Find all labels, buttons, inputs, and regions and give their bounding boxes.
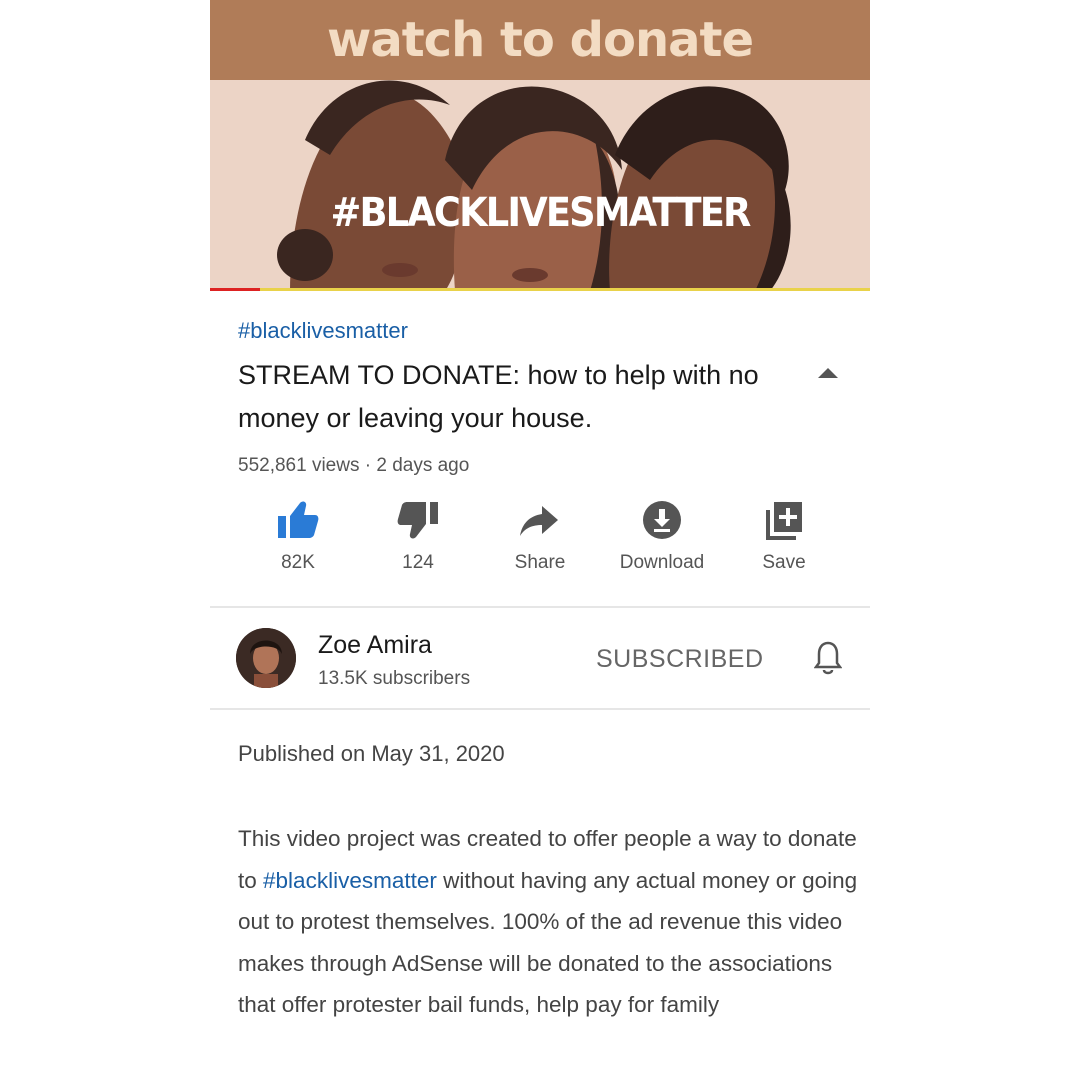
- subscriber-count: 13.5K subscribers: [318, 668, 471, 689]
- divider: [210, 708, 870, 710]
- share-label: Share: [514, 552, 566, 573]
- thumbs-up-icon: [278, 501, 319, 538]
- thumbnail-illustration: [277, 80, 791, 291]
- description-hashtag-link[interactable]: #blacklivesmatter: [263, 868, 437, 893]
- dislike-count: 124: [402, 552, 434, 573]
- channel-avatar[interactable]: [236, 628, 296, 688]
- download-button[interactable]: Download: [602, 500, 722, 590]
- video-description: This video project was created to offer …: [238, 818, 858, 1026]
- youtube-video-screen: watch to donate #BLACKLIVESMATTER #black…: [210, 0, 870, 1080]
- published-date: Published on May 31, 2020: [238, 741, 505, 766]
- download-icon: [643, 501, 681, 539]
- share-arrow-icon: [520, 506, 558, 536]
- collapse-chevron-icon[interactable]: [818, 368, 838, 378]
- share-button[interactable]: Share: [480, 500, 600, 590]
- channel-name[interactable]: Zoe Amira: [318, 631, 432, 660]
- thumbnail-banner-text: watch to donate: [326, 12, 754, 68]
- progress-track[interactable]: [210, 288, 870, 291]
- video-meta: 552,861 views · 2 days ago: [238, 455, 470, 476]
- like-count: 82K: [281, 552, 315, 573]
- avatar-photo: [236, 628, 296, 688]
- add-to-playlist-icon: [766, 502, 802, 540]
- progress-played: [210, 288, 260, 291]
- bell-icon[interactable]: [814, 640, 842, 676]
- action-bar: 82K 124 Share Download Save: [224, 500, 854, 590]
- video-hashtag-link[interactable]: #blacklivesmatter: [238, 318, 408, 344]
- thumbnail-hashtag: #BLACKLIVESMATTER: [330, 190, 751, 236]
- like-button[interactable]: 82K: [238, 500, 358, 590]
- video-thumbnail[interactable]: watch to donate #BLACKLIVESMATTER: [210, 0, 870, 291]
- download-label: Download: [619, 552, 705, 573]
- save-button[interactable]: Save: [724, 500, 844, 590]
- subscribed-button[interactable]: SUBSCRIBED: [596, 645, 764, 674]
- save-label: Save: [762, 552, 806, 573]
- divider: [210, 606, 870, 608]
- thumbnail-banner: watch to donate: [210, 0, 870, 80]
- thumbs-down-icon: [397, 502, 438, 539]
- dislike-button[interactable]: 124: [358, 500, 478, 590]
- video-title: STREAM TO DONATE: how to help with no mo…: [238, 360, 759, 433]
